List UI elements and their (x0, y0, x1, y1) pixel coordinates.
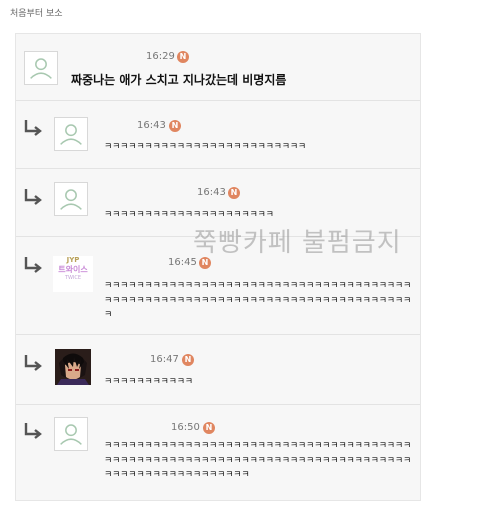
divider (16, 100, 420, 101)
comment-time: 16:29 (146, 51, 175, 62)
twice-english-text: TWICE (64, 275, 82, 281)
new-badge: N (203, 422, 215, 434)
default-avatar-icon[interactable] (54, 417, 88, 451)
comment-time: 16:47 (150, 354, 179, 365)
divider (16, 404, 420, 405)
comment-text: ㅋㅋㅋㅋㅋㅋㅋㅋㅋㅋㅋㅋㅋㅋㅋㅋㅋㅋㅋㅋㅋ (104, 210, 274, 220)
anime-profile-image[interactable] (55, 349, 91, 385)
divider (16, 168, 420, 169)
default-avatar-icon[interactable] (54, 117, 88, 151)
reply-arrow-icon (24, 257, 42, 273)
watermark: 쭉빵카페 불펌금지 (193, 228, 402, 258)
reply-arrow-icon (24, 423, 42, 439)
comment-time: 16:43 (137, 120, 166, 131)
jyp-logo-text: JYP (66, 256, 80, 264)
twice-korean-text: 트와이스 (58, 265, 88, 274)
comment-time: 16:50 (171, 422, 200, 433)
divider (16, 334, 420, 335)
comment-text: ㅋㅋㅋㅋㅋㅋㅋㅋㅋㅋㅋㅋㅋㅋㅋㅋㅋㅋㅋㅋㅋㅋㅋㅋㅋㅋㅋㅋㅋㅋㅋㅋㅋㅋㅋㅋㅋㅋㅋㅋ… (104, 281, 412, 320)
comment-text: ㅋㅋㅋㅋㅋㅋㅋㅋㅋㅋㅋ (104, 377, 193, 387)
reply-arrow-icon (24, 189, 42, 205)
default-avatar-icon[interactable] (24, 51, 58, 85)
comment-text: ㅋㅋㅋㅋㅋㅋㅋㅋㅋㅋㅋㅋㅋㅋㅋㅋㅋㅋㅋㅋㅋㅋㅋㅋㅋㅋㅋㅋㅋㅋㅋㅋㅋㅋㅋㅋㅋㅋㅋㅋ… (104, 441, 412, 480)
comment-list: 16:29 N 짜중나는 애가 스치고 지나갔는데 비명지름 16:43 N ㅋ… (15, 33, 421, 501)
comment-text: 짜중나는 애가 스치고 지나갔는데 비명지름 (71, 73, 287, 87)
new-badge: N (177, 51, 189, 63)
twice-profile-image[interactable]: JYP 트와이스 TWICE (53, 256, 93, 292)
default-avatar-icon[interactable] (54, 182, 88, 216)
comment-time: 16:43 (197, 187, 226, 198)
new-badge: N (182, 354, 194, 366)
breadcrumb[interactable]: 처음부터 보소 (10, 6, 63, 19)
reply-arrow-icon (24, 355, 42, 371)
comment-text: ㅋㅋㅋㅋㅋㅋㅋㅋㅋㅋㅋㅋㅋㅋㅋㅋㅋㅋㅋㅋㅋㅋㅋㅋㅋ (104, 142, 307, 152)
new-badge: N (169, 120, 181, 132)
new-badge: N (228, 187, 240, 199)
reply-arrow-icon (24, 120, 42, 136)
